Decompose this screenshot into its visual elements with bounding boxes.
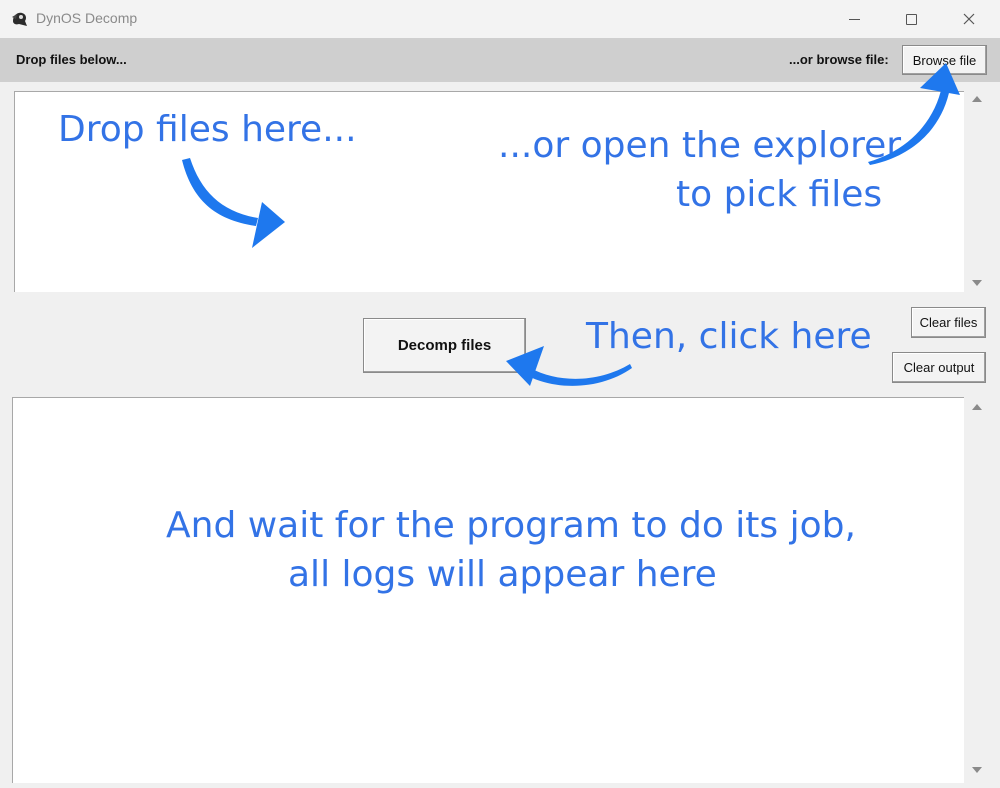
output-scrollbar[interactable] — [966, 397, 988, 783]
explorer-hint-line2: to pick files — [676, 174, 883, 215]
scroll-down-icon[interactable] — [972, 767, 982, 773]
drop-area-scrollbar[interactable] — [966, 91, 988, 292]
browse-file-label: ...or browse file: — [789, 52, 889, 67]
window-title: DynOS Decomp — [36, 10, 138, 26]
explorer-hint-line1: ...or open the explorer — [498, 125, 902, 166]
app-icon — [10, 9, 30, 29]
close-icon — [963, 13, 975, 25]
minimize-button[interactable] — [825, 0, 883, 38]
browse-file-button[interactable]: Browse file — [902, 45, 987, 75]
scroll-up-icon[interactable] — [972, 96, 982, 102]
decomp-files-button[interactable]: Decomp files — [363, 318, 526, 373]
minimize-icon — [848, 18, 860, 20]
toolbar: Drop files below... ...or browse file: B… — [0, 38, 1000, 82]
maximize-icon — [905, 13, 917, 25]
clear-files-button[interactable]: Clear files — [911, 307, 986, 338]
maximize-button[interactable] — [882, 0, 940, 38]
scroll-up-icon[interactable] — [972, 404, 982, 410]
wait-hint-line2: all logs will appear here — [288, 554, 717, 595]
scroll-down-icon[interactable] — [972, 280, 982, 286]
drop-files-hint: Drop files here... — [58, 109, 357, 150]
wait-hint-line1: And wait for the program to do its job, — [166, 505, 856, 546]
click-here-hint: Then, click here — [586, 316, 872, 357]
clear-output-button[interactable]: Clear output — [892, 352, 986, 383]
close-button[interactable] — [940, 0, 998, 38]
drop-files-label: Drop files below... — [16, 52, 127, 67]
title-bar: DynOS Decomp — [0, 0, 1000, 38]
